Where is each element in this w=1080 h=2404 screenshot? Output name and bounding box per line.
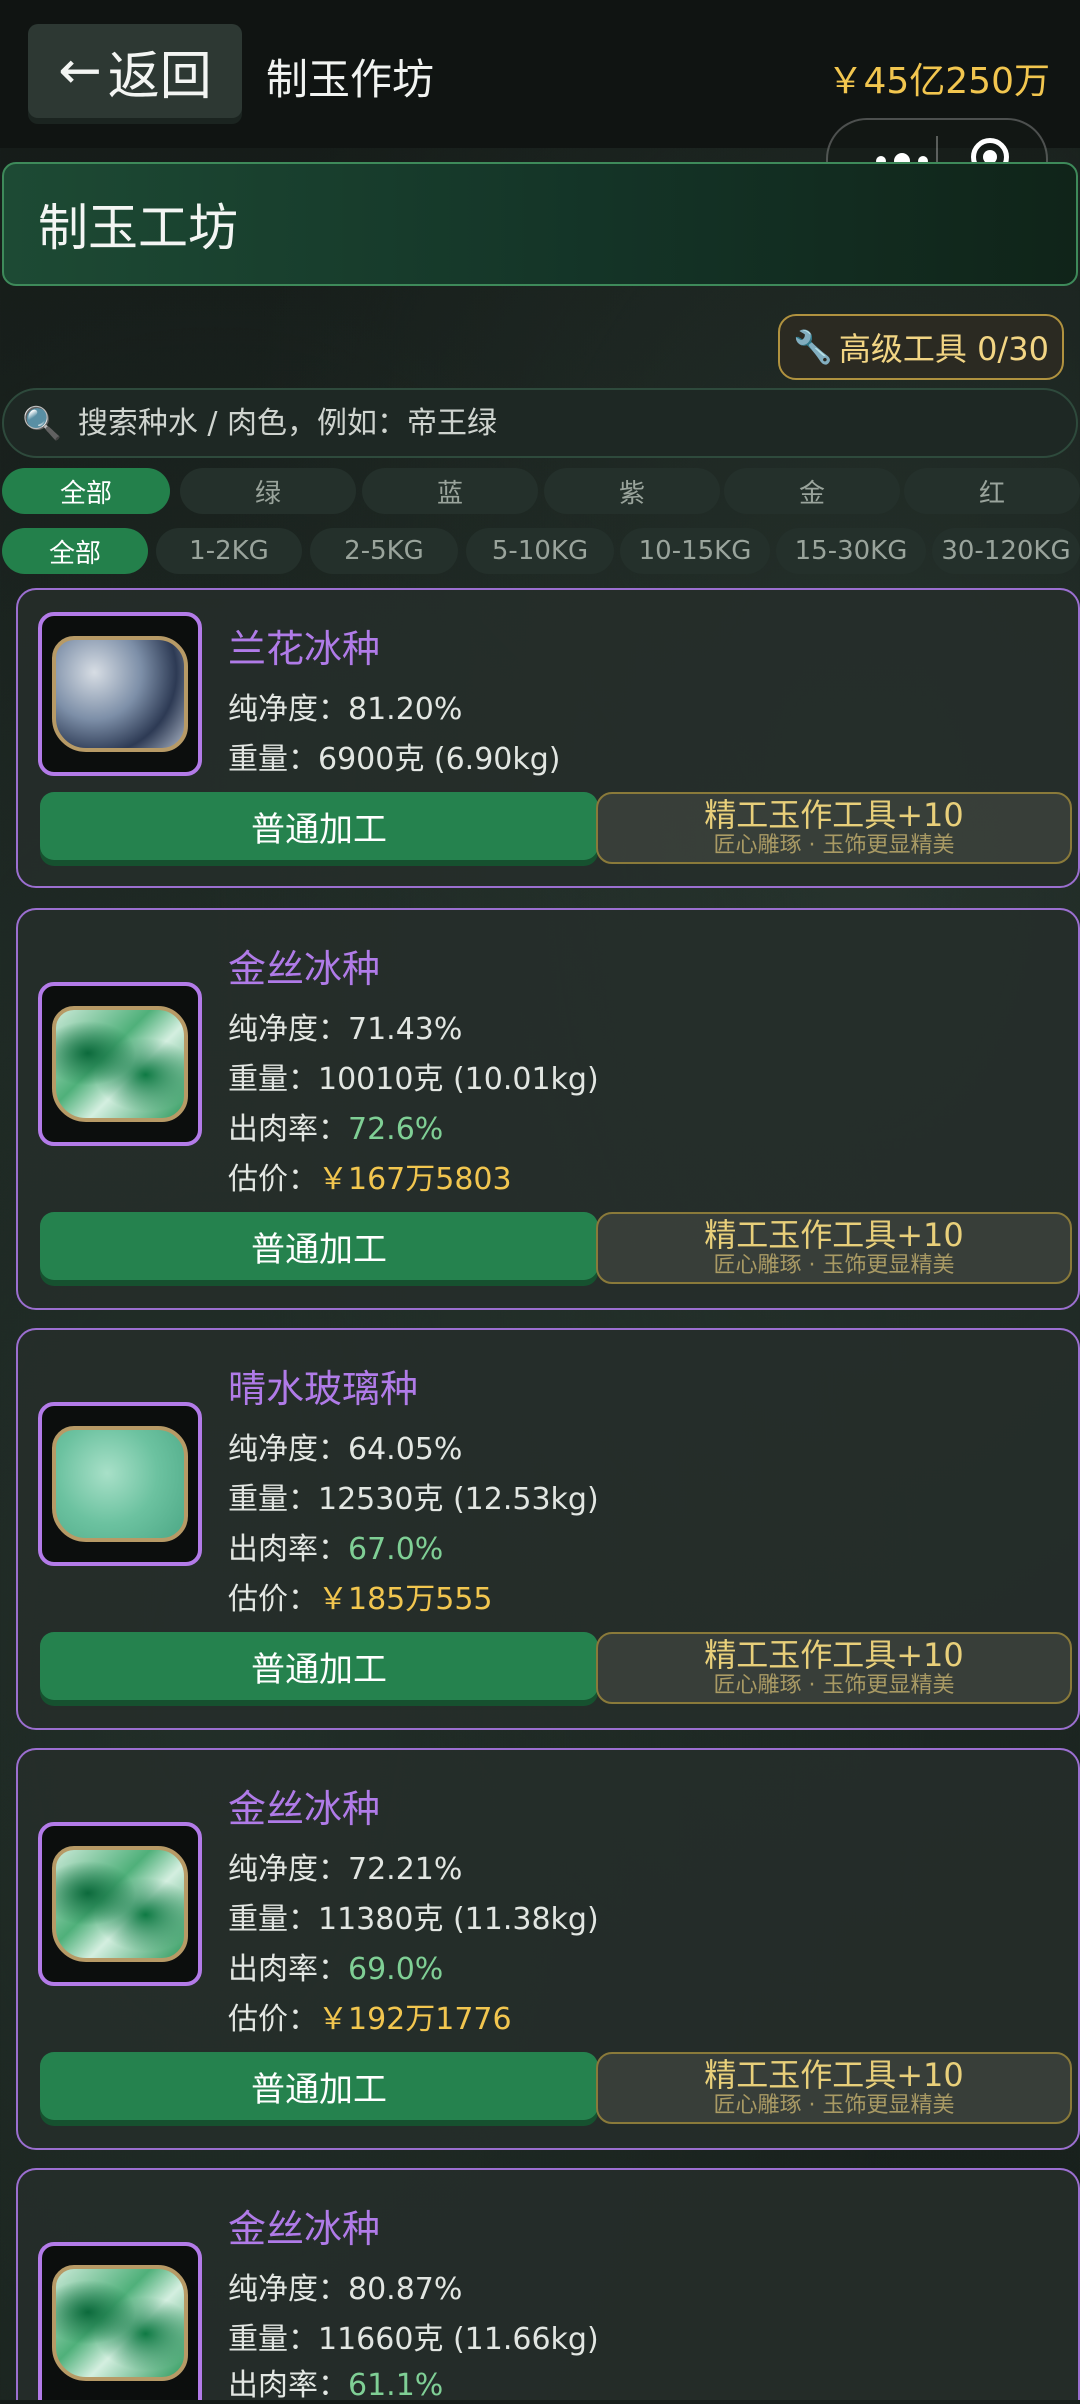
jade-image: [52, 636, 188, 752]
jade-thumbnail: [38, 982, 202, 1146]
color-filter-gold[interactable]: 金: [724, 468, 900, 514]
estimate-line: 估价：￥192万1776: [228, 2002, 512, 2037]
jade-name: 晴水玻璃种: [228, 1367, 419, 1411]
color-filter-all[interactable]: 全部: [2, 468, 170, 514]
back-label: 返回: [107, 46, 212, 107]
fine-btn-title: 精工玉作工具+10: [704, 796, 964, 834]
fine-btn-subtitle: 匠心雕琢 · 玉饰更显精美: [713, 833, 955, 858]
color-filter-blue[interactable]: 蓝: [362, 468, 538, 514]
fine-btn-subtitle: 匠心雕琢 · 玉饰更显精美: [713, 1673, 955, 1698]
jade-name: 金丝冰种: [228, 947, 381, 991]
search-input[interactable]: [75, 404, 1076, 442]
fine-btn-title: 精工玉作工具+10: [704, 2056, 964, 2094]
search-bar: 🔍: [2, 388, 1078, 458]
weight-filter-5-10kg[interactable]: 5-10KG: [466, 528, 614, 574]
back-arrow-icon: ←: [58, 41, 102, 101]
page-title: 制玉作坊: [266, 55, 435, 104]
jade-card: 金丝冰种 纯净度：72.21% 重量：11380克 (11.38kg) 出肉率：…: [16, 1748, 1080, 2150]
color-filter-green[interactable]: 绿: [180, 468, 356, 514]
jade-name: 兰花冰种: [228, 627, 381, 671]
jade-thumbnail: [38, 2242, 202, 2400]
weight-line: 重量：12530克 (12.53kg): [228, 1482, 599, 1517]
purity-line: 纯净度：71.43%: [228, 1012, 463, 1047]
jade-name: 金丝冰种: [228, 1787, 381, 1831]
fine-process-button[interactable]: 精工玉作工具+10 匠心雕琢 · 玉饰更显精美: [596, 1632, 1072, 1704]
estimate-line: 估价：￥167万5803: [228, 1162, 512, 1197]
fine-btn-subtitle: 匠心雕琢 · 玉饰更显精美: [713, 2093, 955, 2118]
weight-line: 重量：6900克 (6.90kg): [228, 742, 561, 777]
weight-filter-10-15kg[interactable]: 10-15KG: [620, 528, 770, 574]
normal-process-button[interactable]: 普通加工: [40, 1212, 598, 1280]
money-balance: ￥45亿250万: [827, 61, 1050, 102]
fine-btn-title: 精工玉作工具+10: [704, 1636, 964, 1674]
purity-line: 纯净度：81.20%: [228, 692, 463, 727]
workshop-banner: 制玉工坊: [2, 162, 1078, 286]
weight-line: 重量：11380克 (11.38kg): [228, 1902, 599, 1937]
weight-filter-30-120kg[interactable]: 30-120KG: [932, 528, 1080, 574]
back-button[interactable]: ← 返回: [28, 24, 242, 118]
purity-line: 纯净度：64.05%: [228, 1432, 463, 1467]
advanced-tool-label: 高级工具 0/30: [838, 330, 1049, 368]
weight-line: 重量：11660克 (11.66kg): [228, 2322, 599, 2357]
normal-process-button[interactable]: 普通加工: [40, 2052, 598, 2120]
purity-line: 纯净度：72.21%: [228, 1852, 463, 1887]
weight-line: 重量：10010克 (10.01kg): [228, 1062, 599, 1097]
yield-line: 出肉率：67.0%: [228, 1532, 444, 1567]
normal-process-button[interactable]: 普通加工: [40, 792, 598, 860]
fine-process-button[interactable]: 精工玉作工具+10 匠心雕琢 · 玉饰更显精美: [596, 2052, 1072, 2124]
jade-card: 金丝冰种 纯净度：80.87% 重量：11660克 (11.66kg) 出肉率：…: [16, 2168, 1080, 2403]
estimate-line: 估价：￥185万555: [228, 1582, 493, 1617]
jade-card: 晴水玻璃种 纯净度：64.05% 重量：12530克 (12.53kg) 出肉率…: [16, 1328, 1080, 1730]
jade-image: [52, 2265, 188, 2381]
yield-line: 出肉率：72.6%: [228, 1112, 444, 1147]
search-icon: 🔍: [22, 404, 62, 442]
weight-filter-all[interactable]: 全部: [2, 528, 148, 574]
jade-thumbnail: [38, 1822, 202, 1986]
jade-thumbnail: [38, 1402, 202, 1566]
jade-image: [52, 1426, 188, 1542]
fine-process-button[interactable]: 精工玉作工具+10 匠心雕琢 · 玉饰更显精美: [596, 792, 1072, 864]
jade-thumbnail: [38, 612, 202, 776]
yield-line: 出肉率：61.1%: [228, 2368, 444, 2403]
banner-title: 制玉工坊: [38, 199, 238, 257]
weight-filter-15-30kg[interactable]: 15-30KG: [776, 528, 926, 574]
weight-filter-2-5kg[interactable]: 2-5KG: [310, 528, 458, 574]
jade-image: [52, 1006, 188, 1122]
color-filter-red[interactable]: 红: [904, 468, 1080, 514]
fine-btn-subtitle: 匠心雕琢 · 玉饰更显精美: [713, 1253, 955, 1278]
wrench-icon: 🔧: [793, 328, 833, 366]
jade-card: 金丝冰种 纯净度：71.43% 重量：10010克 (10.01kg) 出肉率：…: [16, 908, 1080, 1310]
purity-line: 纯净度：80.87%: [228, 2272, 463, 2307]
fine-process-button[interactable]: 精工玉作工具+10 匠心雕琢 · 玉饰更显精美: [596, 1212, 1072, 1284]
yield-line: 出肉率：69.0%: [228, 1952, 444, 1987]
jade-name: 金丝冰种: [228, 2207, 381, 2251]
normal-process-button[interactable]: 普通加工: [40, 1632, 598, 1700]
jade-card: 兰花冰种 纯净度：81.20% 重量：6900克 (6.90kg) 普通加工 精…: [16, 588, 1080, 888]
color-filter-purple[interactable]: 紫: [544, 468, 720, 514]
fine-btn-title: 精工玉作工具+10: [704, 1216, 964, 1254]
advanced-tool-button[interactable]: 🔧 高级工具 0/30: [778, 314, 1064, 380]
jade-image: [52, 1846, 188, 1962]
weight-filter-1-2kg[interactable]: 1-2KG: [156, 528, 302, 574]
